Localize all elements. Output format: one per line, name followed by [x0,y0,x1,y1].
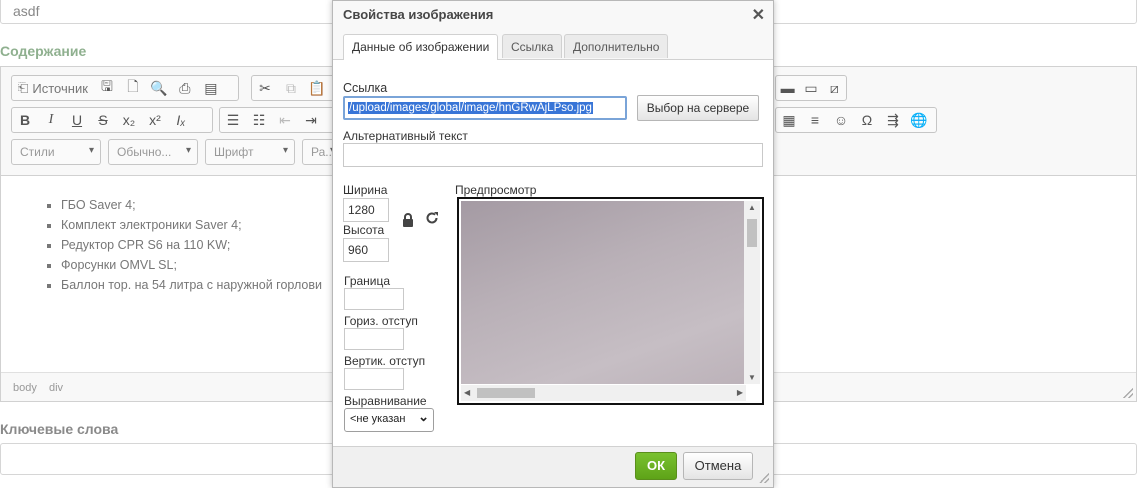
ok-button[interactable]: ОК [635,452,677,480]
omega-icon[interactable]: Ω [854,108,880,132]
width-input[interactable]: 1280 [343,198,389,222]
strikethrough-icon[interactable]: S [90,108,116,132]
scroll-left-icon[interactable]: ◀ [464,388,470,397]
remove-format-icon[interactable]: Iₓ [168,108,194,132]
toolbar-group-basic-styles: B I U S x₂ x² Iₓ [11,107,213,133]
border-input[interactable] [344,288,404,310]
browse-server-button[interactable]: Выбор на сервере [637,95,759,121]
url-value: /upload/images/global/image/hnGRwAjLPso.… [348,102,593,114]
scroll-up-icon[interactable]: ▲ [748,203,756,212]
border-label: Граница [344,274,391,288]
cut-icon[interactable]: ✂ [252,76,278,100]
width-label: Ширина [343,183,388,197]
height-input[interactable]: 960 [343,238,389,262]
tab-image-info[interactable]: Данные об изображении [343,34,499,60]
special-char-icon[interactable]: ⧄ [823,76,846,100]
font-combo-label: Шрифт [214,145,254,159]
scroll-down-icon[interactable]: ▼ [748,373,756,382]
reset-size-icon[interactable] [425,211,439,228]
height-label: Высота [343,223,385,237]
preview-label: Предпросмотр [455,183,537,197]
tab-advanced[interactable]: Дополнительно [564,34,669,58]
tab-link[interactable]: Ссылка [502,34,563,58]
image-properties-dialog: Свойства изображения ✕ Данные об изображ… [332,0,774,488]
bold-icon[interactable]: B [12,108,38,132]
paste-icon[interactable]: 📋 [304,76,330,100]
hspace-label: Гориз. отступ [344,314,418,328]
align-label: Выравнивание [344,394,427,408]
toolbar-group-document: ⎗ Источник 🖫 🗋 🔍 ⎙ ▤ [11,75,239,101]
url-input[interactable]: /upload/images/global/image/hnGRwAjLPso.… [343,96,627,120]
dialog-tabs: Данные об изображении Ссылка Дополнитель… [333,29,773,60]
preview-image [461,201,746,384]
bulleted-list-icon[interactable]: ☷ [246,108,272,132]
iframe-icon[interactable]: 🌐 [906,108,932,132]
smiley-icon[interactable]: ▭ [799,76,822,100]
title-field-value: asdf [13,3,40,19]
align-select[interactable]: <не указан [344,408,434,432]
format-combo[interactable]: Обычно... [108,139,198,165]
source-button[interactable]: ⎗ Источник [12,76,94,100]
content-section-label: Содержание [0,43,87,59]
scroll-right-icon[interactable]: ▶ [737,388,743,397]
alt-text-label: Альтернативный текст [343,129,468,143]
styles-combo[interactable]: Стили [11,139,101,165]
align-select-value: <не указан [350,413,406,425]
reset-size-icon-svg [426,212,438,224]
source-button-label: Источник [32,80,88,96]
superscript-icon[interactable]: x² [142,108,168,132]
italic-icon[interactable]: I [38,108,64,132]
hspace-input[interactable] [344,328,404,350]
outdent-icon[interactable]: ⇤ [272,108,298,132]
preview-horizontal-scrollbar[interactable]: ◀ ▶ [461,385,746,401]
height-value: 960 [348,243,369,257]
toolbar-group-clipboard: ✂ ⧉ 📋 [251,75,335,101]
format-combo-label: Обычно... [117,145,172,159]
table-icon[interactable]: ▦ [776,108,802,132]
width-value: 1280 [348,203,375,217]
horizontal-line-icon[interactable]: ▬ [776,76,799,100]
copy-icon[interactable]: ⧉ [278,76,304,100]
underline-icon[interactable]: U [64,108,90,132]
toolbar-group-lists: ☰ ☷ ⇤ ⇥ [219,107,335,133]
horizontal-rule-icon[interactable]: ≡ [802,108,828,132]
subscript-icon[interactable]: x₂ [116,108,142,132]
preview-vertical-scrollbar[interactable]: ▲ ▼ [744,201,760,384]
dialog-footer: ОК Отмена [333,446,773,487]
save-icon[interactable]: 🖫 [94,76,120,100]
toolbar-group-insert: ▬ ▭ ⧄ [775,75,847,101]
url-label: Ссылка [343,81,388,95]
alt-text-input[interactable] [343,143,763,167]
page-break-icon[interactable]: ⇶ [880,108,906,132]
lock-icon-svg [403,213,413,227]
preview-icon[interactable]: 🔍 [146,76,172,100]
templates-icon[interactable]: ▤ [198,76,224,100]
lock-icon[interactable] [402,213,414,230]
dialog-titlebar[interactable]: Свойства изображения ✕ [333,1,773,30]
resize-grip-icon[interactable] [1123,388,1133,398]
indent-icon[interactable]: ⇥ [298,108,324,132]
new-page-icon[interactable]: 🗋 [120,76,146,100]
font-combo[interactable]: Шрифт [205,139,295,165]
path-div[interactable]: div [49,382,63,394]
vertical-scroll-thumb[interactable] [747,219,757,247]
source-icon: ⎗ [18,80,29,95]
cancel-button[interactable]: Отмена [683,452,753,480]
dialog-resize-grip-icon[interactable] [759,473,769,483]
dialog-title: Свойства изображения [343,7,494,22]
preview-pane: ▲ ▼ ◀ ▶ [457,197,764,405]
path-body[interactable]: body [13,382,37,394]
keywords-section-label: Ключевые слова [0,421,119,437]
toolbar-group-objects: ▦ ≡ ☺ Ω ⇶ 🌐 [775,107,937,133]
emoticon-icon[interactable]: ☺ [828,108,854,132]
vspace-label: Вертик. отступ [344,354,426,368]
styles-combo-label: Стили [20,145,55,159]
numbered-list-icon[interactable]: ☰ [220,108,246,132]
close-icon[interactable]: ✕ [752,5,765,25]
print-icon[interactable]: ⎙ [172,76,198,100]
horizontal-scroll-thumb[interactable] [477,388,535,398]
vspace-input[interactable] [344,368,404,390]
